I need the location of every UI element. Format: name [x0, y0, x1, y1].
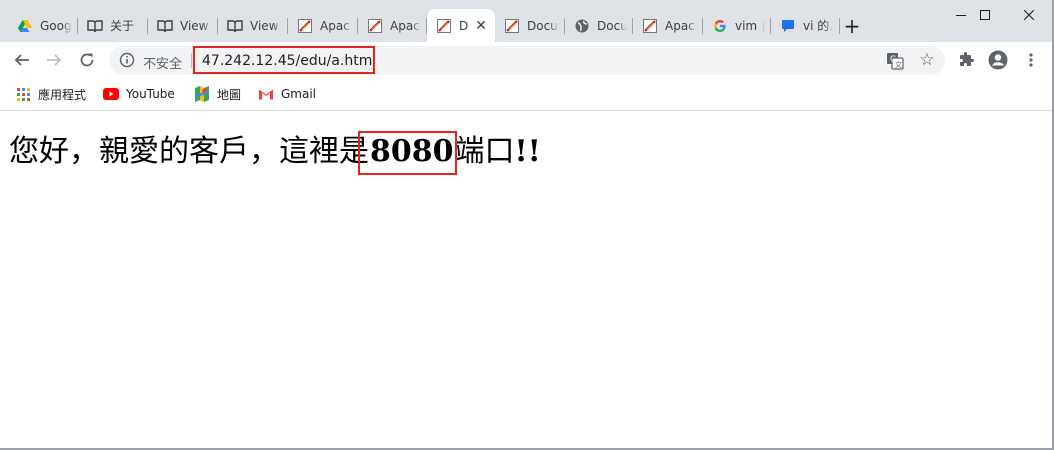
bookmark-youtube[interactable]: YouTube [103, 86, 175, 102]
apache-feather-icon [504, 18, 520, 34]
globe-icon [574, 18, 590, 34]
tab-about[interactable]: 关于 [78, 9, 148, 42]
tab-title: Apac [320, 18, 350, 33]
bookmark-label: 地圖 [217, 87, 242, 102]
tab-title: View [250, 18, 279, 33]
info-icon[interactable] [119, 52, 135, 68]
tab-view[interactable]: View [148, 9, 218, 42]
tab-apache[interactable]: Apac [633, 9, 703, 42]
page-heading: 您好，親愛的客戶，這裡是8080端口!! [9, 131, 541, 175]
bookmark-gmail[interactable]: Gmail [258, 86, 316, 102]
reload-icon[interactable] [74, 47, 100, 73]
tab-docu[interactable]: Docu [495, 9, 565, 42]
bookmark-label: 應用程式 [38, 87, 87, 102]
close-tab-icon[interactable]: ✕ [473, 18, 489, 34]
profile-avatar-icon[interactable] [985, 47, 1011, 73]
maximize-icon[interactable] [962, 0, 1008, 30]
bookmarks-bar: 應用程式 YouTube 地圖 Gmail [0, 78, 1054, 111]
browser-toolbar: 不安全 47.242.12.45/edu/a.html G文 ☆ [0, 42, 1054, 78]
tab-google-drive[interactable]: Goog [8, 9, 78, 42]
web-page-content: 您好，親愛的客戶，這裡是8080端口!! [0, 112, 1054, 450]
google-drive-icon [17, 18, 33, 34]
apache-feather-icon [642, 18, 658, 34]
translate-icon[interactable]: G文 [886, 52, 904, 70]
tab-vi[interactable]: vi 的… [771, 9, 840, 42]
svg-text:文: 文 [895, 60, 902, 69]
tab-title: Docu [597, 18, 627, 33]
tab-title: View [180, 18, 209, 33]
tab-active[interactable]: D ✕ [427, 9, 495, 42]
tab-title: vi 的… [803, 19, 834, 33]
book-icon [157, 18, 173, 34]
tab-title: Apac [665, 18, 695, 33]
apache-feather-icon [436, 18, 452, 34]
tab-separator [839, 18, 840, 34]
exclamation-marks: !! [514, 134, 541, 169]
gmail-icon [258, 86, 274, 102]
tab-title: Goog [40, 18, 72, 33]
extensions-puzzle-icon[interactable] [953, 47, 979, 73]
bookmark-maps[interactable]: 地圖 [194, 86, 241, 102]
security-label[interactable]: 不安全 [143, 53, 182, 72]
omnibox-divider [191, 53, 192, 68]
apache-feather-icon [367, 18, 383, 34]
window-close-icon[interactable] [1006, 0, 1052, 30]
tab-title: Docu [527, 18, 558, 33]
port-suffix-text: 端口 [454, 134, 515, 169]
url-highlight-box [193, 46, 375, 74]
tab-title: 关于 [110, 19, 135, 33]
apache-feather-icon [297, 18, 313, 34]
book-icon [227, 18, 243, 34]
tab-apache[interactable]: Apac [288, 9, 358, 42]
book-icon [87, 18, 103, 34]
greeting-text: 您好，親愛的客戶，這裡是 [9, 134, 369, 169]
bookmark-label: YouTube [126, 87, 175, 101]
maps-icon [194, 86, 210, 102]
tab-title: vim 自 [735, 19, 765, 33]
tab-apache[interactable]: Apac [358, 9, 427, 42]
tab-vim[interactable]: vim 自 [703, 9, 771, 42]
tab-title: D [459, 18, 469, 33]
more-menu-icon[interactable] [1018, 47, 1044, 73]
tab-docu[interactable]: Docu [565, 9, 633, 42]
chat-bubble-icon [780, 18, 796, 34]
tab-strip: Goog 关于 View View Apac Apac D ✕ Docu Doc… [0, 0, 1054, 42]
back-arrow-icon[interactable] [9, 47, 35, 73]
google-g-icon [712, 18, 728, 34]
youtube-icon [103, 86, 119, 102]
bookmark-apps[interactable]: 應用程式 [15, 86, 86, 102]
tab-list: Goog 关于 View View Apac Apac D ✕ Docu Doc… [8, 9, 840, 42]
tab-title: Apac [390, 18, 420, 33]
tab-view[interactable]: View [218, 9, 288, 42]
bookmark-label: Gmail [281, 87, 317, 101]
port-number: 8080 [358, 131, 456, 175]
apps-grid-icon [15, 86, 31, 102]
forward-arrow-icon[interactable] [41, 47, 67, 73]
bookmark-star-icon[interactable]: ☆ [918, 51, 936, 69]
new-tab-button[interactable]: + [842, 16, 862, 37]
